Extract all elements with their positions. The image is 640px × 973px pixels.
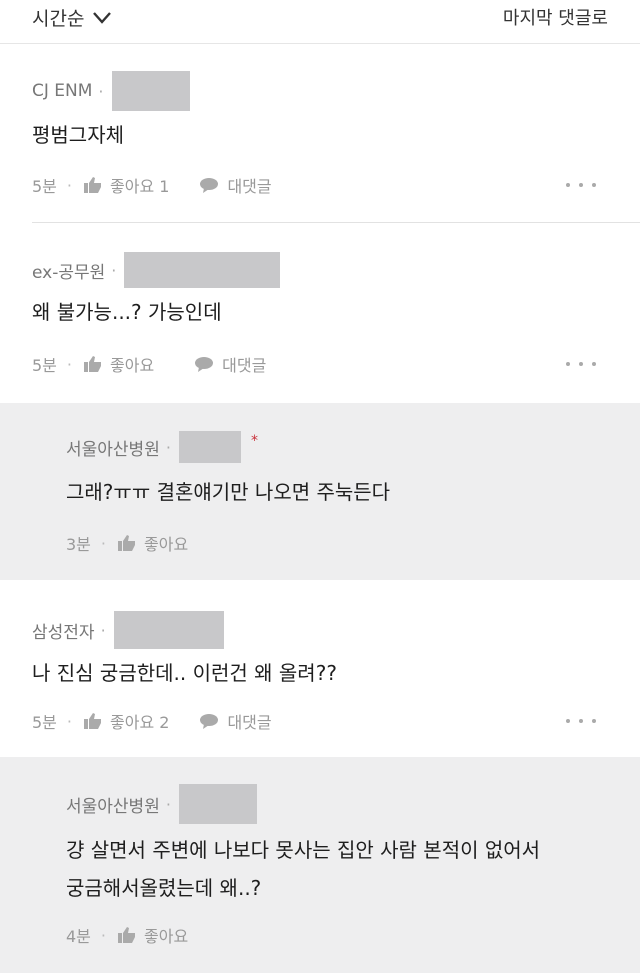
- redacted-block: [113, 611, 224, 649]
- comment-author[interactable]: 서울아산병원: [66, 792, 160, 817]
- chevron-down-icon: [93, 11, 112, 24]
- separator-dot: ·: [98, 81, 104, 101]
- comment-time: 3분: [66, 535, 91, 554]
- thumbs-up-icon: [84, 713, 101, 729]
- speech-bubble-icon: [195, 357, 214, 372]
- redacted-block: [178, 784, 257, 824]
- separator-dot: ·: [66, 175, 72, 195]
- comment-header: CJ ENM ·: [32, 71, 190, 111]
- speech-bubble-icon: [200, 178, 219, 193]
- separator-dot: ·: [66, 711, 72, 731]
- reply-button[interactable]: 대댓글: [199, 173, 272, 197]
- separator-dot: ·: [66, 354, 72, 374]
- comment-text: 그래?ㅠㅠ 결혼얘기만 나오면 주눅든다: [66, 480, 391, 504]
- comment-author[interactable]: CJ ENM: [32, 81, 92, 101]
- like-label: 좋아요 1: [110, 177, 170, 196]
- sort-label: 시간순: [32, 8, 85, 30]
- comment-author[interactable]: ex-공무원: [32, 258, 105, 283]
- separator-dot: ·: [165, 437, 171, 457]
- thumbs-up-icon: [84, 356, 101, 372]
- reply-comment-item: 서울아산병원 · 걍 살면서 주변에 나보다 못사는 집안 사람 본적이 없어서…: [0, 757, 640, 973]
- comment-text-line: 궁금해서올렸는데 왜..?: [66, 876, 262, 900]
- comment-text: 걍 살면서 주변에 나보다 못사는 집안 사람 본적이 없어서 궁금해서올렸는데…: [66, 831, 540, 907]
- reply-button[interactable]: 대댓글: [199, 709, 272, 733]
- comment-actions: 5분 · 좋아요 1 대댓글: [32, 173, 272, 197]
- comment-item: ex-공무원 · 왜 불가능...? 가능인데 5분 · 좋아요 대댓글: [0, 223, 640, 403]
- more-dots-icon[interactable]: [566, 359, 596, 369]
- comment-author[interactable]: 삼성전자: [32, 618, 95, 643]
- comment-actions: 4분 · 좋아요: [66, 923, 188, 947]
- comment-time: 5분: [32, 713, 57, 732]
- thumbs-up-icon: [118, 927, 135, 943]
- like-label: 좋아요: [144, 927, 189, 946]
- reply-label: 대댓글: [227, 713, 272, 732]
- thumbs-up-icon: [84, 177, 101, 193]
- reply-label: 대댓글: [227, 177, 272, 196]
- like-label: 좋아요: [144, 535, 189, 554]
- comment-author[interactable]: 서울아산병원: [66, 435, 160, 460]
- comment-text: 왜 불가능...? 가능인데: [32, 300, 222, 324]
- reply-button[interactable]: 대댓글: [194, 352, 266, 376]
- comment-item: 삼성전자 · 나 진심 궁금한데.. 이런건 왜 올려?? 5분 · 좋아요 2…: [0, 580, 640, 757]
- separator-dot: ·: [100, 533, 106, 553]
- redacted-block: [124, 252, 281, 288]
- like-button[interactable]: 좋아요: [118, 531, 188, 555]
- redacted-block: [111, 71, 190, 111]
- like-button[interactable]: 좋아요 2: [84, 709, 169, 733]
- comment-time: 4분: [66, 927, 91, 946]
- more-dots-icon[interactable]: [566, 180, 596, 190]
- speech-bubble-icon: [200, 714, 219, 729]
- comment-header: 서울아산병원 ·: [66, 784, 257, 824]
- separator-dot: ·: [100, 620, 106, 640]
- comment-time: 5분: [32, 356, 57, 375]
- thumbs-up-icon: [118, 535, 135, 551]
- comment-text-line: 걍 살면서 주변에 나보다 못사는 집안 사람 본적이 없어서: [66, 838, 541, 862]
- like-button[interactable]: 좋아요: [118, 923, 188, 947]
- comment-header: 서울아산병원 · *: [66, 427, 258, 467]
- more-dots-icon[interactable]: [566, 716, 596, 726]
- separator-dot: ·: [111, 260, 117, 280]
- like-button[interactable]: 좋아요: [84, 352, 154, 376]
- comment-text: 평범그자체: [32, 123, 124, 147]
- reply-label: 대댓글: [222, 356, 267, 375]
- comment-header: ex-공무원 ·: [32, 250, 281, 290]
- separator-dot: ·: [165, 794, 171, 814]
- comment-time: 5분: [32, 177, 57, 196]
- author-mark: *: [250, 433, 258, 449]
- last-reply-link[interactable]: 마지막 댓글로: [503, 4, 608, 30]
- comment-actions: 3분 · 좋아요: [66, 531, 188, 555]
- comment-actions: 5분 · 좋아요 대댓글: [32, 352, 266, 376]
- like-button[interactable]: 좋아요 1: [84, 173, 169, 197]
- sort-bar: 시간순 마지막 댓글로: [0, 0, 640, 44]
- reply-comment-item: 서울아산병원 · * 그래?ㅠㅠ 결혼얘기만 나오면 주눅든다 3분 · 좋아요: [0, 403, 640, 580]
- separator-dot: ·: [100, 925, 106, 945]
- comment-item: CJ ENM · 평범그자체 5분 · 좋아요 1 대댓글: [0, 45, 640, 223]
- comment-text: 나 진심 궁금한데.. 이런건 왜 올려??: [32, 661, 337, 685]
- redacted-block: [178, 431, 241, 463]
- comment-actions: 5분 · 좋아요 2 대댓글: [32, 709, 272, 733]
- like-label: 좋아요: [110, 356, 155, 375]
- comment-header: 삼성전자 ·: [32, 610, 224, 650]
- sort-dropdown[interactable]: 시간순: [32, 4, 112, 31]
- like-label: 좋아요 2: [110, 713, 170, 732]
